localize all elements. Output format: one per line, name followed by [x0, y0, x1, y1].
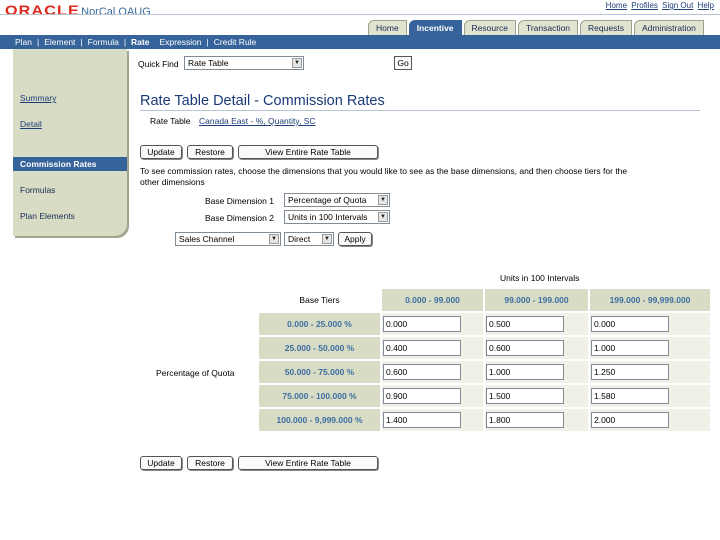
base-dimension-1-value: Percentage of Quota	[288, 195, 367, 205]
rate-table-label: Rate Table	[150, 116, 191, 126]
subnav-formula[interactable]: Formula	[88, 37, 119, 47]
base-dimension-2-value: Units in 100 Intervals	[288, 212, 368, 222]
subnav-expression[interactable]: Expression	[159, 37, 201, 47]
rate-input[interactable]: 0.500	[486, 316, 564, 332]
rate-input[interactable]: 1.250	[591, 364, 669, 380]
sidebar-item-detail[interactable]: Detail	[20, 119, 42, 129]
chevron-down-icon: ▼	[378, 195, 388, 205]
quick-find-label: Quick Find	[138, 59, 179, 69]
sidebar-item-summary[interactable]: Summary	[20, 93, 56, 103]
global-links: Home Profiles Sign Out Help	[606, 1, 714, 10]
home-link[interactable]: Home	[606, 1, 627, 10]
row-dimension-label: Percentage of Quota	[156, 368, 235, 378]
rate-table-link[interactable]: Canada East - %, Quantity, SC	[199, 116, 316, 126]
tab-incentive[interactable]: Incentive	[408, 20, 462, 35]
chevron-down-icon: ▼	[378, 212, 388, 222]
sidebar-item-plan-elements[interactable]: Plan Elements	[20, 211, 75, 221]
rate-input[interactable]: 0.600	[383, 364, 461, 380]
update-button[interactable]: Update	[140, 145, 182, 159]
rate-input[interactable]: 0.000	[591, 316, 669, 332]
update-button-bottom[interactable]: Update	[140, 456, 182, 470]
row-tier-label: 50.000 - 75.000 %	[259, 361, 380, 383]
rate-input[interactable]: 2.000	[591, 412, 669, 428]
subnav-element[interactable]: Element	[44, 37, 75, 47]
table-row: 25.000 - 50.000 % 0.400 0.600 1.000	[259, 337, 710, 359]
table-row: 50.000 - 75.000 % 0.600 1.000 1.250	[259, 361, 710, 383]
base-dimension-1-label: Base Dimension 1	[205, 196, 274, 206]
quick-find-select[interactable]: Rate Table ▼	[184, 56, 304, 70]
rate-input[interactable]: 1.400	[383, 412, 461, 428]
other-dimension-select[interactable]: Sales Channel ▼	[175, 232, 281, 246]
column-header: 0.000 - 99.000	[382, 289, 483, 311]
table-row: 0.000 - 25.000 % 0.000 0.500 0.000	[259, 313, 710, 335]
table-row: 75.000 - 100.000 % 0.900 1.500 1.580	[259, 385, 710, 407]
instructions-line-1: To see commission rates, choose the dime…	[140, 166, 628, 176]
rate-input[interactable]: 1.000	[591, 340, 669, 356]
base-tiers-header: Base Tiers	[299, 295, 340, 305]
header-divider	[0, 14, 720, 15]
title-divider	[140, 110, 700, 111]
subnav-plan[interactable]: Plan	[15, 37, 32, 47]
sign-out-link[interactable]: Sign Out	[662, 1, 693, 10]
subnav-rate[interactable]: Rate	[131, 37, 149, 47]
tab-requests[interactable]: Requests	[580, 20, 632, 35]
instructions-line-2: other dimensions	[140, 177, 205, 187]
app-name: NorCal OAUG	[81, 6, 151, 18]
column-header: 99.000 - 199.000	[485, 289, 588, 311]
logo-text: ORACLE	[5, 2, 80, 18]
column-dimension-label: Units in 100 Intervals	[500, 273, 580, 283]
base-dimension-2-select[interactable]: Units in 100 Intervals ▼	[284, 210, 390, 224]
rate-input[interactable]: 0.400	[383, 340, 461, 356]
row-tier-label: 75.000 - 100.000 %	[259, 385, 380, 407]
commission-rate-table: Base Tiers 0.000 - 99.000 99.000 - 199.0…	[257, 287, 712, 433]
rate-input[interactable]: 1.500	[486, 388, 564, 404]
subnav-credit-rule[interactable]: Credit Rule	[214, 37, 257, 47]
rate-input[interactable]: 1.580	[591, 388, 669, 404]
quick-find-value: Rate Table	[188, 58, 229, 68]
profiles-link[interactable]: Profiles	[631, 1, 658, 10]
chevron-down-icon: ▼	[292, 58, 302, 68]
go-button[interactable]: Go	[394, 56, 412, 70]
other-tier-value: Direct	[288, 234, 311, 244]
base-dimension-1-select[interactable]: Percentage of Quota ▼	[284, 193, 390, 207]
rate-input[interactable]: 1.800	[486, 412, 564, 428]
row-tier-label: 25.000 - 50.000 %	[259, 337, 380, 359]
row-tier-label: 0.000 - 25.000 %	[259, 313, 380, 335]
column-header: 199.000 - 99,999.000	[590, 289, 710, 311]
table-header-row: Base Tiers 0.000 - 99.000 99.000 - 199.0…	[259, 289, 710, 311]
apply-button[interactable]: Apply	[338, 232, 372, 246]
sub-navigation: Plan | Element | Formula | Rate Expression |…	[0, 35, 720, 49]
chevron-down-icon: ▼	[269, 234, 279, 244]
tab-administration[interactable]: Administration	[633, 20, 704, 35]
row-tier-label: 100.000 - 9,999.000 %	[259, 409, 380, 431]
other-dimension-value: Sales Channel	[179, 234, 235, 244]
restore-button[interactable]: Restore	[187, 145, 233, 159]
side-navigation: Summary Detail Commission Rates Formulas…	[13, 49, 127, 236]
page-title: Rate Table Detail - Commission Rates	[140, 93, 385, 109]
tab-home[interactable]: Home	[368, 20, 407, 35]
view-entire-rate-table-button-bottom[interactable]: View Entire Rate Table	[238, 456, 378, 470]
rate-input[interactable]: 0.600	[486, 340, 564, 356]
main-tabs: Home Incentive Resource Transaction Requ…	[368, 20, 704, 35]
restore-button-bottom[interactable]: Restore	[187, 456, 233, 470]
sidebar-item-commission-rates[interactable]: Commission Rates	[13, 157, 127, 171]
chevron-down-icon: ▼	[322, 234, 332, 244]
base-dimension-2-label: Base Dimension 2	[205, 213, 274, 223]
tab-resource[interactable]: Resource	[463, 20, 516, 35]
other-tier-select[interactable]: Direct ▼	[284, 232, 334, 246]
sidebar-item-formulas[interactable]: Formulas	[20, 185, 55, 195]
table-row: 100.000 - 9,999.000 % 1.400 1.800 2.000	[259, 409, 710, 431]
rate-input[interactable]: 0.000	[383, 316, 461, 332]
help-link[interactable]: Help	[698, 1, 714, 10]
view-entire-rate-table-button[interactable]: View Entire Rate Table	[238, 145, 378, 159]
rate-input[interactable]: 0.900	[383, 388, 461, 404]
tab-transaction[interactable]: Transaction	[517, 20, 579, 35]
rate-input[interactable]: 1.000	[486, 364, 564, 380]
